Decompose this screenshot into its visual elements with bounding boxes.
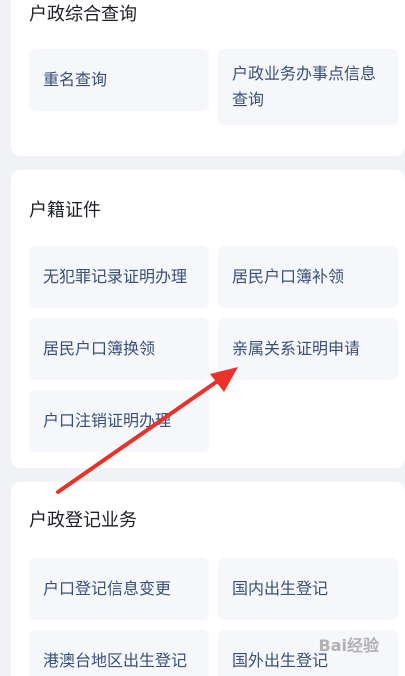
tile-no-criminal-record-certificate[interactable]: 无犯罪记录证明办理 (29, 246, 209, 308)
tile-hk-macao-taiwan-birth-registration[interactable]: 港澳台地区出生登记 (29, 630, 209, 676)
tile-office-info-query[interactable]: 户政业务办事点信息查询 (218, 49, 398, 125)
watermark: Bai经验 (319, 632, 379, 656)
section-title: 户政综合查询 (29, 4, 137, 25)
watermark-text: Bai经验 (318, 636, 379, 655)
tile-kinship-certificate-application[interactable]: 亲属关系证明申请 (218, 318, 398, 380)
tile-domestic-birth-registration[interactable]: 国内出生登记 (218, 558, 398, 620)
service-list-page: 户政综合查询 重名查询 户政业务办事点信息查询 户籍证件 无犯罪记录证明办理 居… (0, 0, 405, 676)
section-household-query: 户政综合查询 重名查询 户政业务办事点信息查询 (11, 0, 405, 156)
tile-household-cancellation-certificate[interactable]: 户口注销证明办理 (29, 390, 209, 452)
tile-household-register-replace[interactable]: 居民户口簿换领 (29, 318, 209, 380)
section-title: 户政登记业务 (29, 510, 137, 531)
section-household-certificates: 户籍证件 无犯罪记录证明办理 居民户口簿补领 居民户口簿换领 亲属关系证明申请 … (11, 170, 405, 468)
tile-registration-info-change[interactable]: 户口登记信息变更 (29, 558, 209, 620)
section-title: 户籍证件 (29, 200, 101, 221)
tile-duplicate-name-query[interactable]: 重名查询 (29, 49, 209, 111)
tile-household-register-reissue[interactable]: 居民户口簿补领 (218, 246, 398, 308)
